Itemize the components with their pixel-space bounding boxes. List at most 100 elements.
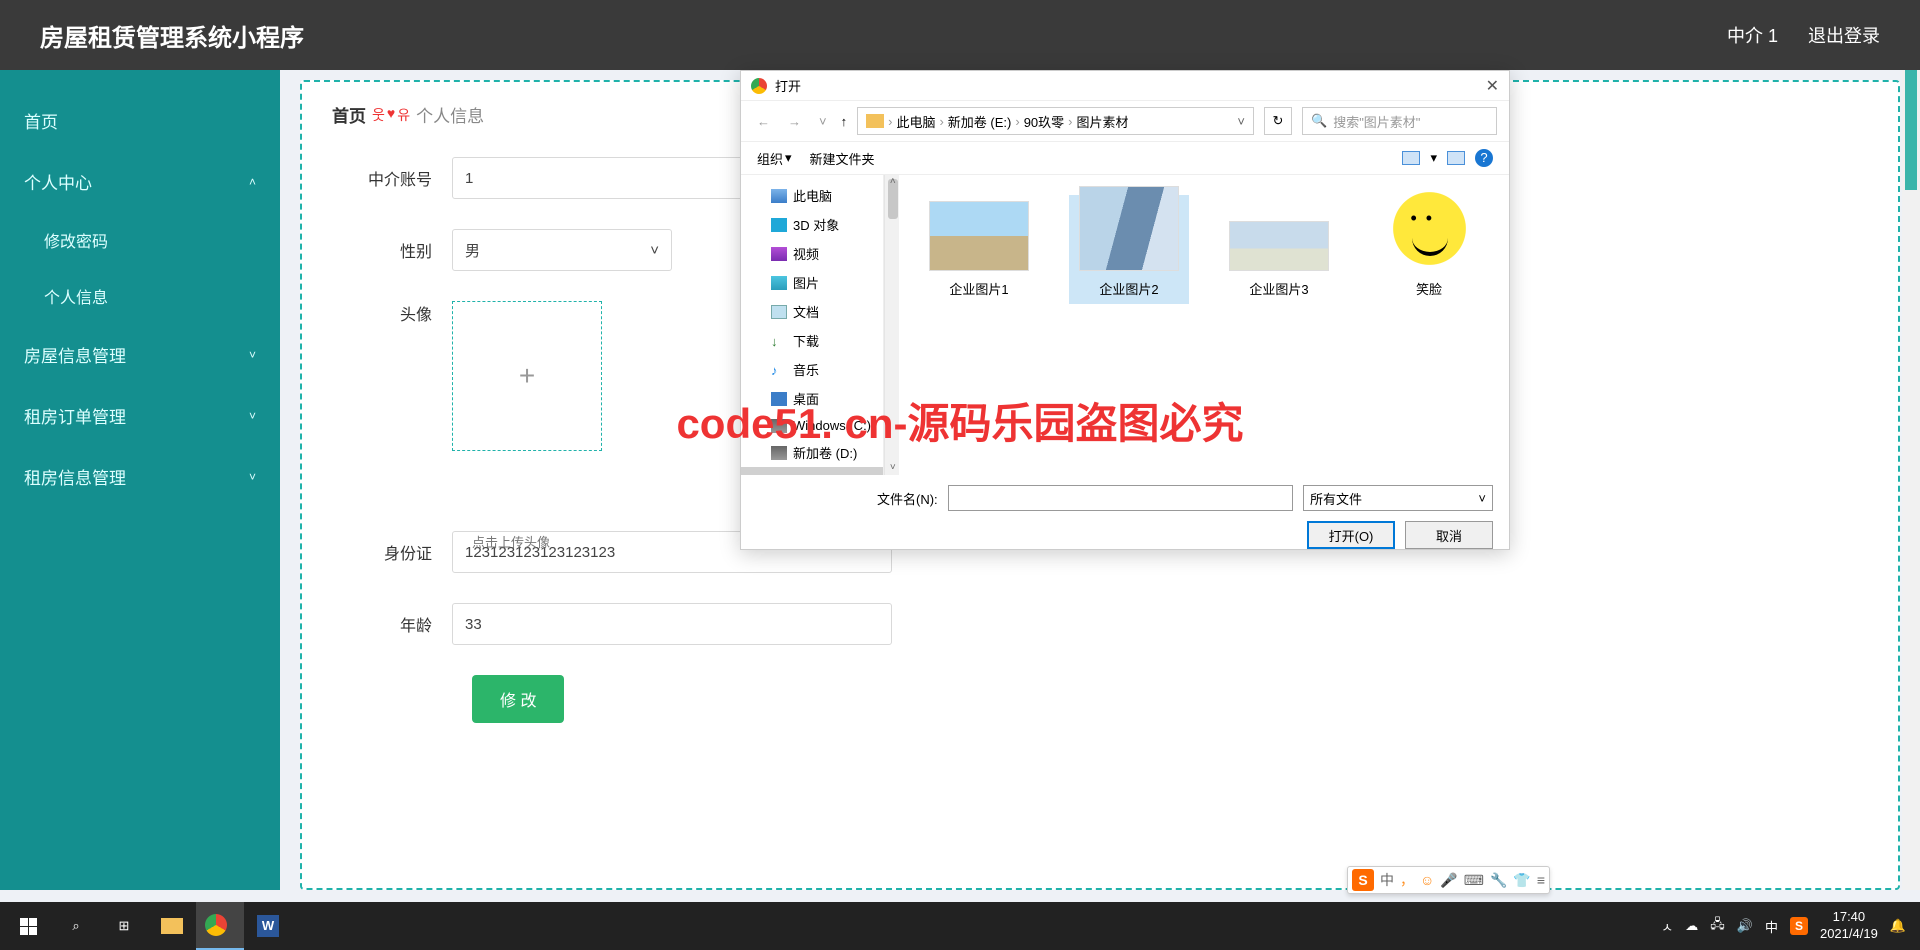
ime-mic-icon[interactable]: 🎤 — [1440, 872, 1457, 889]
chrome-button[interactable] — [196, 902, 244, 950]
chevron-down-icon: ˅ — [249, 470, 256, 484]
sidebar-item-password[interactable]: 修改密码 — [0, 212, 280, 268]
tree-item-label: Windows (C:) — [793, 418, 871, 433]
file-item[interactable]: 笑脸 — [1369, 195, 1489, 304]
submit-button[interactable]: 修 改 — [472, 675, 564, 723]
nav-forward-icon[interactable]: → — [784, 110, 805, 133]
page-scrollbar[interactable] — [1902, 70, 1920, 890]
preview-pane-icon[interactable] — [1447, 151, 1465, 165]
ime-toolbar[interactable]: S 中 ， ☺ 🎤 ⌨ 🔧 👕 ≡ — [1347, 866, 1550, 894]
avatar-upload[interactable]: + — [452, 301, 602, 451]
tray-sogou-icon[interactable]: S — [1790, 917, 1808, 935]
view-icon[interactable] — [1402, 151, 1420, 165]
ime-face-icon[interactable]: ☺ — [1420, 872, 1434, 888]
sidebar-item-house[interactable]: 房屋信息管理˅ — [0, 324, 280, 385]
breadcrumb-separator-icon: 웃♥유 — [372, 105, 410, 125]
tree-item-icon — [771, 475, 787, 476]
ime-punct-icon[interactable]: ， — [1400, 870, 1414, 890]
tree-item-icon — [771, 446, 787, 460]
chevron-down-icon: ˅ — [1478, 491, 1486, 506]
sogou-icon[interactable]: S — [1352, 869, 1374, 891]
filename-input[interactable] — [948, 485, 1293, 511]
cancel-button[interactable]: 取消 — [1405, 521, 1493, 549]
search-icon: 🔍 — [1311, 113, 1327, 129]
start-button[interactable] — [4, 902, 52, 950]
tree-item[interactable]: ♪音乐 — [741, 355, 883, 384]
tree-item-label: 图片 — [793, 273, 819, 292]
refresh-button[interactable]: ↻ — [1264, 107, 1292, 135]
header-user[interactable]: 中介 1 — [1727, 22, 1778, 48]
logout-link[interactable]: 退出登录 — [1808, 22, 1880, 48]
word-icon: W — [257, 915, 279, 937]
tree-item[interactable]: 视频 — [741, 239, 883, 268]
taskview-button[interactable]: ⊞ — [100, 902, 148, 950]
tree-item[interactable]: ↓下载 — [741, 326, 883, 355]
help-icon[interactable]: ? — [1475, 149, 1493, 167]
search-button[interactable]: ⌕ — [52, 902, 100, 950]
tray-up-icon[interactable]: ㅅ — [1661, 917, 1673, 936]
tray-cloud-icon[interactable]: ☁ — [1685, 918, 1698, 934]
organize-button[interactable]: 组织 ▾ — [757, 149, 792, 168]
gender-select[interactable]: 男˅ — [452, 229, 672, 271]
sidebar: 首页 个人中心˄ 修改密码 个人信息 房屋信息管理˅ 租房订单管理˅ 租房信息管… — [0, 70, 280, 890]
chevron-down-icon[interactable]: ˅ — [1237, 114, 1245, 129]
sidebar-item-home[interactable]: 首页 — [0, 90, 280, 151]
tree-item-label: 下载 — [793, 331, 819, 350]
nav-dropdown-icon[interactable]: ˅ — [815, 110, 831, 133]
chevron-down-icon[interactable]: ▾ — [1430, 150, 1437, 166]
ime-keyboard-icon[interactable]: ⌨ — [1464, 872, 1484, 889]
ime-skin-icon[interactable]: 👕 — [1513, 872, 1530, 889]
tray-notification-icon[interactable]: 🔔 — [1890, 918, 1906, 934]
word-button[interactable]: W — [244, 902, 292, 950]
ime-lang-icon[interactable]: 中 — [1380, 870, 1394, 890]
folder-tree: 此电脑3D 对象视频图片文档↓下载♪音乐桌面 Windows (C:) 新加卷 (D… — [741, 175, 884, 475]
tree-item-label: 桌面 — [793, 389, 819, 408]
chevron-down-icon: ˅ — [249, 409, 256, 423]
open-button[interactable]: 打开(O) — [1307, 521, 1395, 549]
file-grid: 企业图片1 企业图片2 企业图片3 笑脸 — [899, 175, 1509, 475]
tree-item[interactable]: 文档 — [741, 297, 883, 326]
tree-item-icon — [771, 276, 787, 290]
tray-sound-icon[interactable]: 🔊 — [1737, 918, 1753, 934]
tree-item[interactable]: 3D 对象 — [741, 210, 883, 239]
sidebar-item-rentinfo[interactable]: 租房信息管理˅ — [0, 446, 280, 507]
tray-network-icon[interactable]: 🖧 — [1710, 915, 1725, 937]
nav-up-icon[interactable]: ↑ — [841, 114, 848, 129]
sidebar-item-personal[interactable]: 个人中心˄ — [0, 151, 280, 212]
nav-back-icon[interactable]: ← — [753, 110, 774, 133]
tray-ime-icon[interactable]: 中 — [1765, 917, 1778, 936]
filetype-select[interactable]: 所有文件˅ — [1303, 485, 1493, 511]
scroll-down-icon[interactable]: ˅ — [885, 461, 901, 475]
scroll-up-icon[interactable]: ˄ — [885, 175, 901, 189]
path-breadcrumb[interactable]: ›此电脑 ›新加卷 (E:) ›90玖零 ›图片素材 ˅ — [857, 107, 1254, 135]
ime-menu-icon[interactable]: ≡ — [1537, 872, 1545, 888]
breadcrumb-root[interactable]: 首页 — [332, 102, 366, 127]
tray-clock[interactable]: 17:402021/4/19 — [1820, 909, 1878, 943]
tree-item[interactable]: 新加卷 (E:) — [741, 467, 883, 475]
tree-item[interactable]: 此电脑 — [741, 181, 883, 210]
folder-icon — [161, 918, 183, 934]
chrome-icon — [751, 78, 767, 94]
tree-item[interactable]: 新加卷 (D:) — [741, 438, 883, 467]
explorer-button[interactable] — [148, 902, 196, 950]
age-label: 年龄 — [332, 612, 452, 636]
age-input[interactable] — [452, 603, 892, 645]
sidebar-item-order[interactable]: 租房订单管理˅ — [0, 385, 280, 446]
sidebar-item-profile[interactable]: 个人信息 — [0, 268, 280, 324]
file-thumbnail — [1229, 221, 1329, 271]
file-item[interactable]: 企业图片2 — [1069, 195, 1189, 304]
file-item[interactable]: 企业图片3 — [1219, 195, 1339, 304]
file-item[interactable]: 企业图片1 — [919, 195, 1039, 304]
tree-item[interactable]: 桌面 — [741, 384, 883, 413]
filename-label: 文件名(N): — [877, 489, 938, 508]
avatar-label: 头像 — [332, 301, 452, 325]
tree-scrollbar[interactable]: ˄ ˅ — [884, 175, 899, 475]
file-open-dialog: 打开 ✕ ← → ˅ ↑ ›此电脑 ›新加卷 (E:) ›90玖零 ›图片素材 … — [740, 70, 1510, 550]
tree-item[interactable]: Windows (C:) — [741, 413, 883, 438]
ime-tool-icon[interactable]: 🔧 — [1490, 872, 1507, 889]
file-thumbnail — [1387, 186, 1472, 271]
newfolder-button[interactable]: 新建文件夹 — [810, 149, 875, 168]
close-icon[interactable]: ✕ — [1486, 76, 1499, 96]
tree-item[interactable]: 图片 — [741, 268, 883, 297]
search-input[interactable]: 🔍搜索"图片素材" — [1302, 107, 1497, 135]
